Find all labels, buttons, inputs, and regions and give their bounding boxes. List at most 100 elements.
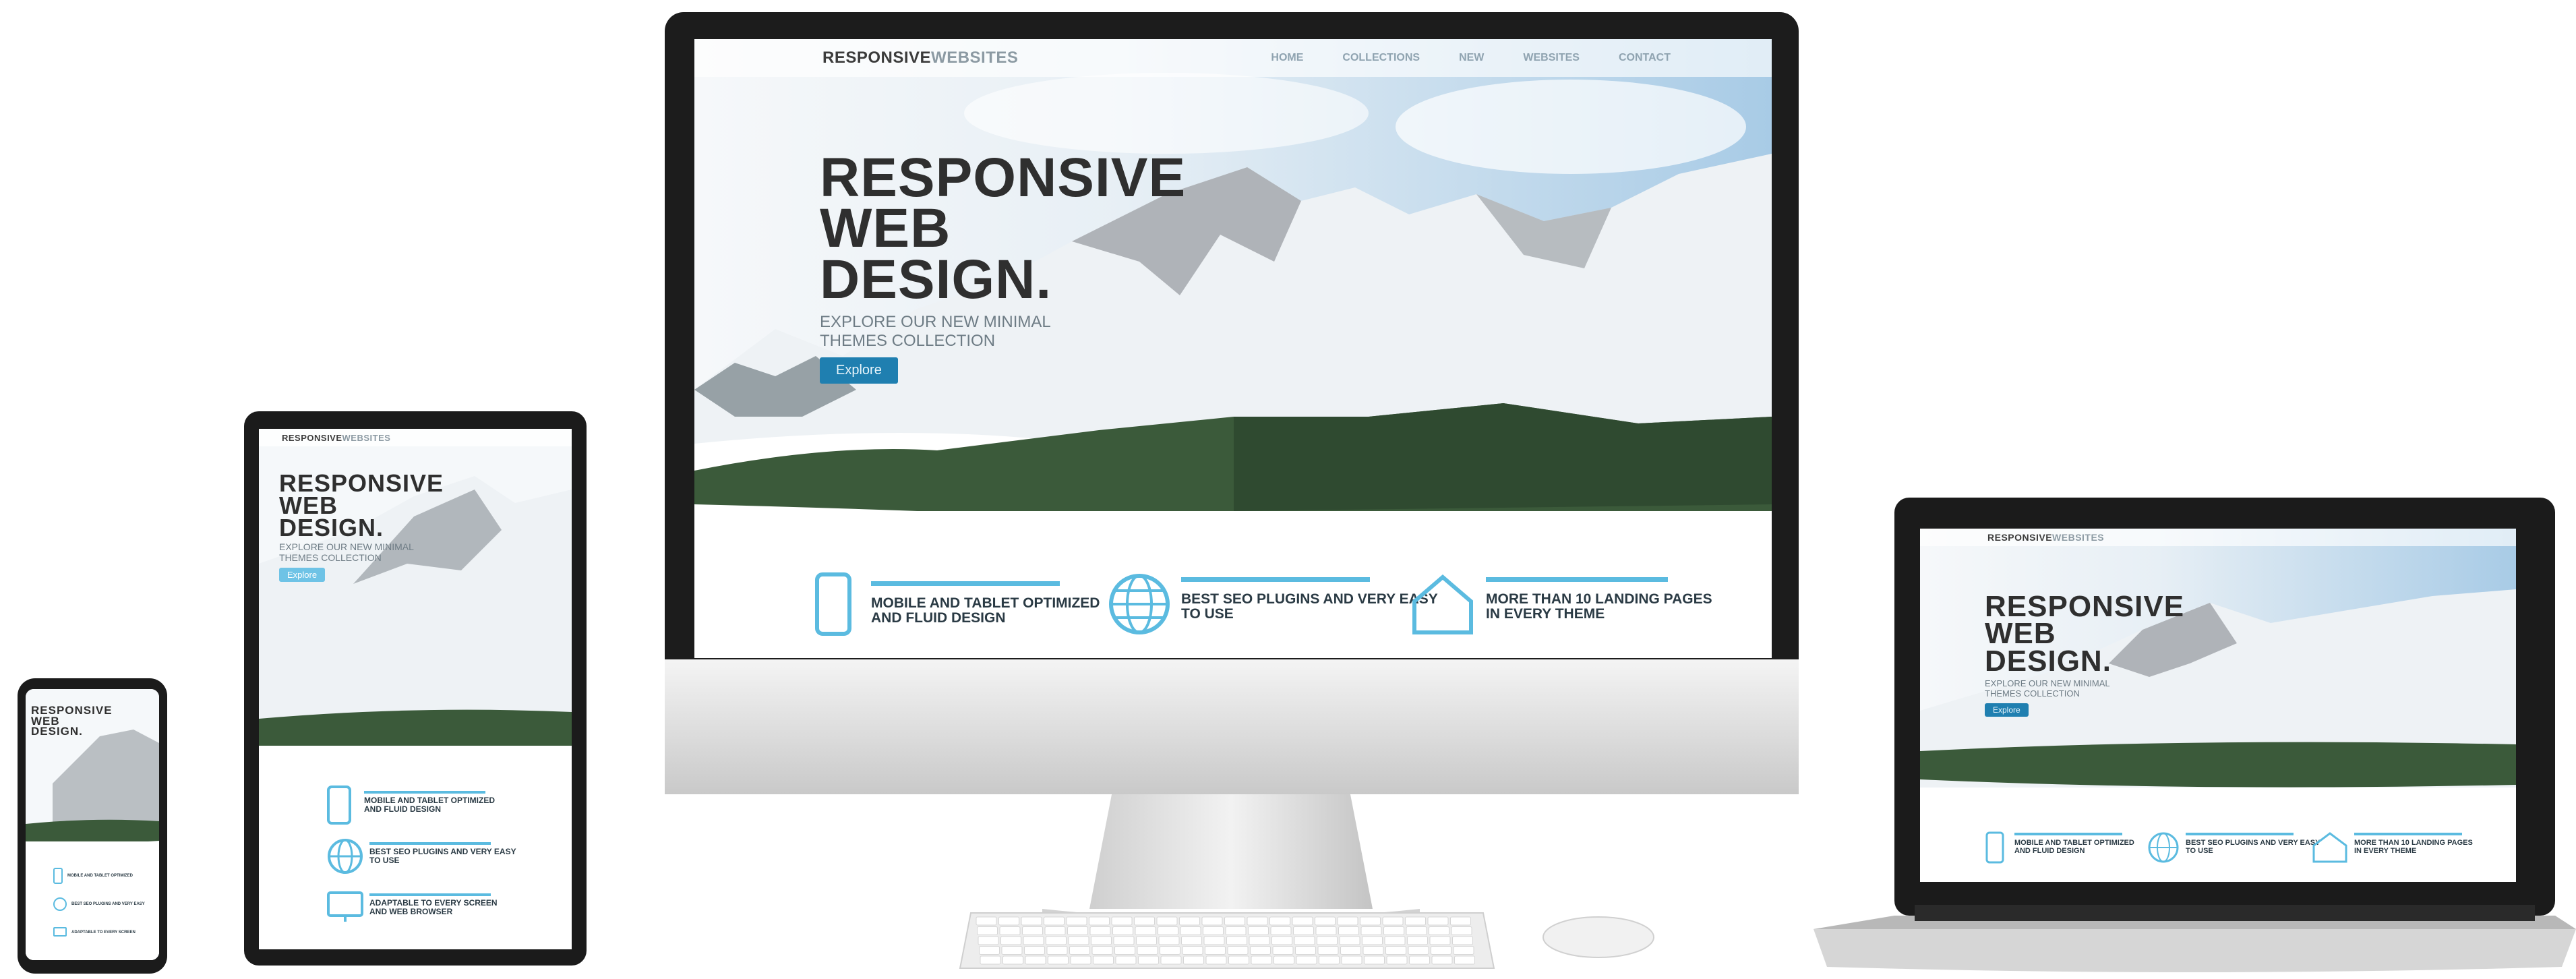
keyboard-key xyxy=(1338,926,1359,935)
keyboard-key xyxy=(1382,916,1404,926)
keyboard-key xyxy=(1269,916,1290,926)
keyboard-key xyxy=(1089,926,1111,935)
keyboard-key xyxy=(1180,926,1201,935)
keyboard-key xyxy=(1405,916,1426,926)
feature-item: ADAPTABLE TO EVERY SCREEN xyxy=(53,918,154,947)
keyboard-key xyxy=(1362,936,1383,945)
keyboard-key xyxy=(1319,955,1340,965)
keyboard-key xyxy=(1227,946,1249,955)
nav-websites[interactable]: WEBSITES xyxy=(1523,52,1580,64)
keyboard-key xyxy=(1407,936,1428,945)
keyboard-key xyxy=(1205,955,1227,965)
keyboard-key xyxy=(1068,936,1089,945)
hero-subtitle-line2: THEMES COLLECTION xyxy=(820,331,996,350)
nav-home[interactable]: HOME xyxy=(1271,52,1303,64)
site-navbar: RESPONSIVEWEBSITES xyxy=(1920,529,2516,546)
keyboard-key xyxy=(1024,946,1045,955)
keyboard-key xyxy=(1451,926,1472,935)
keyboard-key xyxy=(980,955,1001,965)
keyboard-key xyxy=(1431,955,1453,965)
keyboard-key xyxy=(1250,946,1271,955)
nav-new[interactable]: NEW xyxy=(1459,52,1484,64)
hero-title-line2: WEB xyxy=(820,198,951,260)
globe-icon xyxy=(328,839,363,874)
explore-button[interactable]: Explore xyxy=(820,357,898,384)
feature-item: BEST SEO PLUGINS AND VERY EASY TO USE xyxy=(326,831,556,882)
keyboard-key xyxy=(1360,926,1382,935)
brand-logo[interactable]: RESPONSIVEWEBSITES xyxy=(1987,532,2104,543)
keyboard-key xyxy=(1293,926,1314,935)
keyboard-key xyxy=(1113,936,1135,945)
keyboard-key xyxy=(1228,955,1249,965)
keyboard-key xyxy=(1339,936,1360,945)
tablet-icon xyxy=(327,785,351,825)
feature-item: BEST SEO PLUGINS AND VERY EASY TO USE xyxy=(1107,572,1438,636)
phone-screen: RESPONSIVE WEB DESIGN. MOBILE AND TABLET… xyxy=(26,689,159,960)
keyboard-key xyxy=(1021,916,1042,926)
brand-logo[interactable]: RESPONSIVEWEBSITES xyxy=(282,433,390,443)
keyboard-key xyxy=(1337,916,1358,926)
keyboard-key xyxy=(1296,955,1317,965)
keyboard-key xyxy=(1160,946,1180,955)
keyboard-key xyxy=(1179,916,1200,926)
keyboard-key xyxy=(1115,955,1137,965)
keyboard-key xyxy=(1315,916,1336,926)
home-icon xyxy=(2312,832,2347,863)
keyboard-key xyxy=(1225,926,1247,935)
home-icon xyxy=(1412,574,1473,634)
keyboard-key xyxy=(1292,916,1313,926)
keyboard-key xyxy=(1431,946,1451,955)
keyboard-key xyxy=(1000,936,1021,945)
keyboard-key xyxy=(1203,936,1225,945)
keyboard-key xyxy=(1203,926,1224,935)
keyboard-key xyxy=(1429,926,1449,935)
keyboard-key xyxy=(1386,955,1408,965)
keyboard-key xyxy=(1156,916,1178,926)
brand-logo[interactable]: RESPONSIVEWEBSITES xyxy=(822,49,1018,67)
keyboard-key xyxy=(1251,955,1272,965)
monitor-icon xyxy=(327,891,363,922)
feature-list: MOBILE AND TABLET OPTIMIZED AND FLUID DE… xyxy=(326,779,556,933)
keyboard-key xyxy=(1091,936,1112,945)
keyboard-key xyxy=(1160,955,1182,965)
keyboard-key xyxy=(1069,946,1090,955)
feature-item: ADAPTABLE TO EVERY SCREEN AND WEB BROWSE… xyxy=(326,882,556,933)
feature-item: MOBILE AND TABLET OPTIMIZED AND FLUID DE… xyxy=(326,779,556,831)
keyboard-key xyxy=(1023,936,1044,945)
keyboard-key xyxy=(1044,926,1066,935)
site-navbar: RESPONSIVEWEBSITES HOME COLLECTIONS NEW … xyxy=(694,39,1772,77)
globe-icon xyxy=(1109,574,1170,634)
nav-contact[interactable]: CONTACT xyxy=(1619,52,1671,64)
keyboard-key xyxy=(1383,926,1404,935)
keyboard-key xyxy=(1138,955,1159,965)
keyboard-key xyxy=(1181,936,1202,945)
keyboard-key xyxy=(1454,955,1475,965)
feature-item: BEST SEO PLUGINS AND VERY EASY TO USE xyxy=(2147,831,2320,864)
keyboard-key xyxy=(1427,916,1449,926)
keyboard-key xyxy=(1385,946,1406,955)
keyboard-key xyxy=(1315,926,1337,935)
keyboard-key xyxy=(1205,946,1226,955)
explore-button[interactable]: Explore xyxy=(1985,703,2029,717)
keyboard-key xyxy=(1158,936,1180,945)
keyboard-key xyxy=(1409,955,1430,965)
feature-list: MOBILE AND TABLET OPTIMIZED BEST SEO PLU… xyxy=(53,862,154,947)
keyboard-key xyxy=(1093,955,1114,965)
explore-button[interactable]: Explore xyxy=(279,567,326,582)
nav-collections[interactable]: COLLECTIONS xyxy=(1342,52,1420,64)
feature-strip: MOBILE AND TABLET OPTIMIZED AND FLUID DE… xyxy=(694,558,1772,658)
keyboard-key xyxy=(1089,916,1110,926)
keyboard-key xyxy=(978,936,999,945)
keyboard-key xyxy=(979,946,1000,955)
keyboard-key xyxy=(1136,936,1157,945)
keyboard-key xyxy=(1114,946,1135,955)
keyboard xyxy=(959,912,1495,969)
keyboard-key xyxy=(1183,955,1204,965)
keyboard-key xyxy=(1111,916,1133,926)
keyboard-key xyxy=(1066,916,1087,926)
keyboard-key xyxy=(1406,926,1427,935)
keyboard-key xyxy=(1112,926,1133,935)
hero-block: RESPONSIVE WEB DESIGN. EXPLORE OUR NEW M… xyxy=(820,150,1186,384)
keyboard-key xyxy=(1450,916,1471,926)
hero-block: RESPONSIVE WEB DESIGN. EXPLORE OUR NEW M… xyxy=(1985,591,2184,717)
